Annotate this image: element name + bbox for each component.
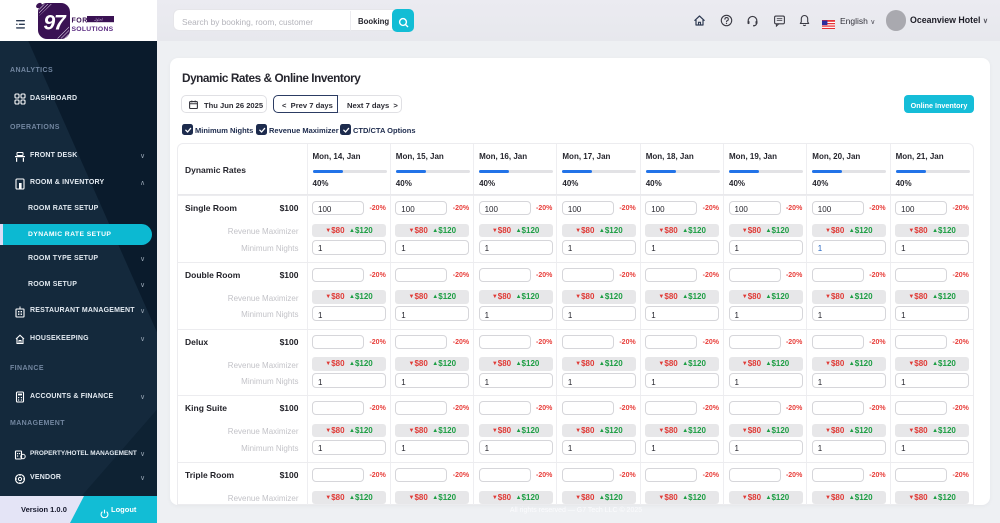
svg-text:SOLUTIONS: SOLUTIONS — [72, 26, 114, 33]
svg-text:97: 97 — [44, 12, 67, 35]
svg-text:لحلول: لحلول — [94, 17, 103, 22]
svg-text:FOR: FOR — [72, 18, 88, 25]
